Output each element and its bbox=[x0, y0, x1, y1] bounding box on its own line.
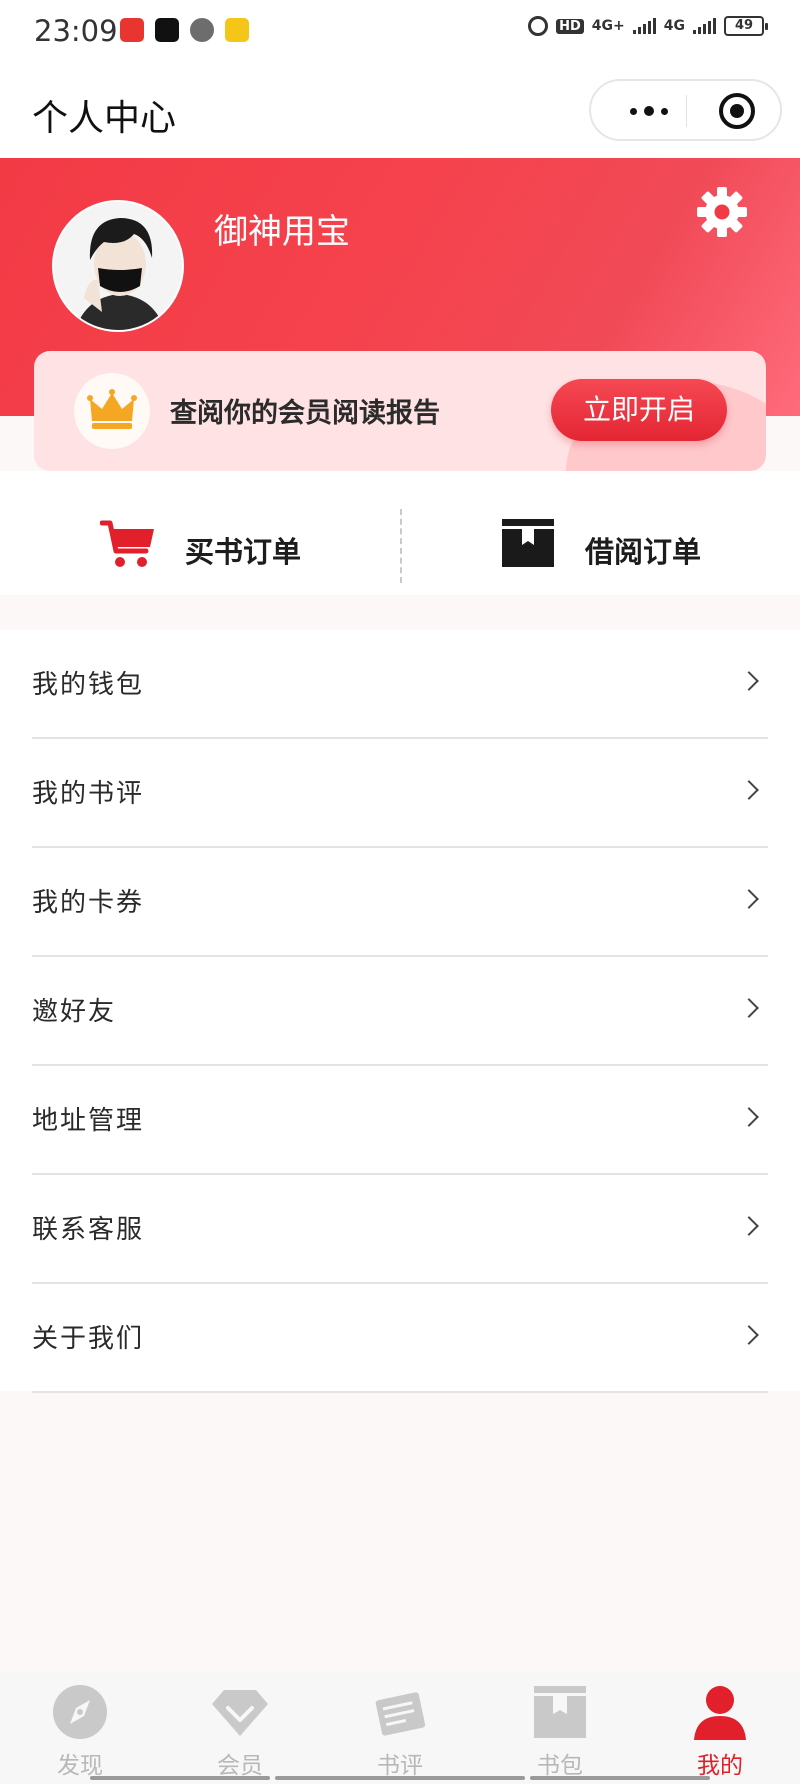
menu-item-coupons[interactable]: 我的卡券 bbox=[32, 848, 768, 957]
tab-label: 会员 bbox=[217, 1753, 263, 1779]
tab-discover[interactable]: 发现 bbox=[0, 1672, 160, 1784]
bottom-tab-bar: 发现 会员 书评 书包 我的 bbox=[0, 1672, 800, 1784]
buy-book-orders-label: 买书订单 bbox=[185, 535, 302, 569]
home-indicator-segment bbox=[275, 1776, 525, 1780]
status-bar: 23:09 HD 4G+ 4G 49 bbox=[0, 0, 800, 62]
tab-membership[interactable]: 会员 bbox=[160, 1672, 320, 1784]
chevron-right-icon bbox=[739, 889, 759, 909]
tab-bookbag[interactable]: 书包 bbox=[480, 1672, 640, 1784]
orders-section: 买书订单 借阅订单 bbox=[0, 471, 800, 595]
tab-label: 书评 bbox=[377, 1753, 423, 1779]
book-box-icon bbox=[502, 519, 554, 567]
home-indicator-segment bbox=[530, 1776, 710, 1780]
member-report-card[interactable]: 查阅你的会员阅读报告 立即开启 bbox=[34, 351, 766, 471]
member-report-text: 查阅你的会员阅读报告 bbox=[170, 398, 440, 429]
tab-label: 发现 bbox=[57, 1753, 103, 1779]
capsule-divider bbox=[686, 95, 687, 127]
menu-list: 我的钱包 我的书评 我的卡券 邀好友 地址管理 联系客服 关于我们 bbox=[0, 630, 800, 1393]
crown-icon bbox=[74, 373, 150, 449]
tiktok-app-icon bbox=[155, 18, 179, 42]
chevron-right-icon bbox=[739, 1325, 759, 1345]
settings-gear-icon[interactable] bbox=[694, 184, 750, 240]
menu-item-label: 地址管理 bbox=[32, 1106, 145, 1136]
user-icon bbox=[694, 1686, 746, 1740]
open-now-button[interactable]: 立即开启 bbox=[551, 379, 727, 441]
miniprogram-capsule bbox=[589, 79, 782, 141]
close-miniprogram-icon[interactable] bbox=[719, 93, 755, 129]
menu-item-label: 邀好友 bbox=[32, 997, 117, 1027]
menu-item-about-us[interactable]: 关于我们 bbox=[32, 1284, 768, 1393]
taxi-app-icon bbox=[225, 18, 249, 42]
tab-label: 我的 bbox=[697, 1753, 743, 1779]
buy-book-orders[interactable]: 买书订单 bbox=[0, 471, 400, 595]
diamond-icon bbox=[212, 1690, 268, 1736]
status-time: 23:09 bbox=[34, 14, 118, 48]
tab-reviews[interactable]: 书评 bbox=[320, 1672, 480, 1784]
menu-item-label: 联系客服 bbox=[32, 1215, 145, 1245]
compass-icon bbox=[53, 1685, 107, 1739]
alarm-icon bbox=[528, 16, 549, 36]
page-title: 个人中心 bbox=[32, 98, 177, 139]
hd-badge: HD bbox=[556, 18, 584, 34]
borrow-orders-label: 借阅订单 bbox=[585, 535, 702, 569]
chevron-right-icon bbox=[739, 671, 759, 691]
nav-bar: 个人中心 bbox=[0, 62, 800, 158]
chevron-right-icon bbox=[739, 998, 759, 1018]
home-indicator-segment bbox=[90, 1776, 270, 1780]
book-bag-icon bbox=[534, 1686, 586, 1738]
avatar[interactable] bbox=[52, 200, 184, 332]
chevron-right-icon bbox=[739, 1107, 759, 1127]
menu-item-address[interactable]: 地址管理 bbox=[32, 1066, 768, 1175]
tab-label: 书包 bbox=[537, 1753, 583, 1779]
tab-mine[interactable]: 我的 bbox=[640, 1672, 800, 1784]
status-indicators: HD 4G+ 4G 49 bbox=[528, 16, 768, 36]
menu-item-customer-service[interactable]: 联系客服 bbox=[32, 1175, 768, 1284]
menu-item-label: 我的钱包 bbox=[32, 670, 145, 700]
net-type-1: 4G+ bbox=[591, 18, 625, 34]
signal-icon-1 bbox=[632, 18, 656, 34]
username: 御神用宝 bbox=[214, 212, 350, 252]
shopping-cart-icon bbox=[100, 520, 154, 567]
review-icon bbox=[375, 1692, 426, 1736]
music-app-icon bbox=[120, 18, 144, 42]
menu-item-invite-friends[interactable]: 邀好友 bbox=[32, 957, 768, 1066]
menu-item-label: 我的卡券 bbox=[32, 888, 145, 918]
menu-item-label: 我的书评 bbox=[32, 779, 145, 809]
chevron-right-icon bbox=[739, 780, 759, 800]
menu-item-reviews[interactable]: 我的书评 bbox=[32, 739, 768, 848]
menu-item-label: 关于我们 bbox=[32, 1324, 145, 1354]
menu-item-wallet[interactable]: 我的钱包 bbox=[32, 630, 768, 739]
net-type-2: 4G bbox=[663, 18, 685, 34]
battery-icon: 49 bbox=[724, 16, 768, 36]
more-options-icon[interactable] bbox=[619, 101, 679, 121]
chevron-right-icon bbox=[739, 1216, 759, 1236]
borrow-orders[interactable]: 借阅订单 bbox=[400, 471, 800, 595]
message-app-icon bbox=[190, 18, 214, 42]
signal-icon-2 bbox=[693, 18, 716, 34]
